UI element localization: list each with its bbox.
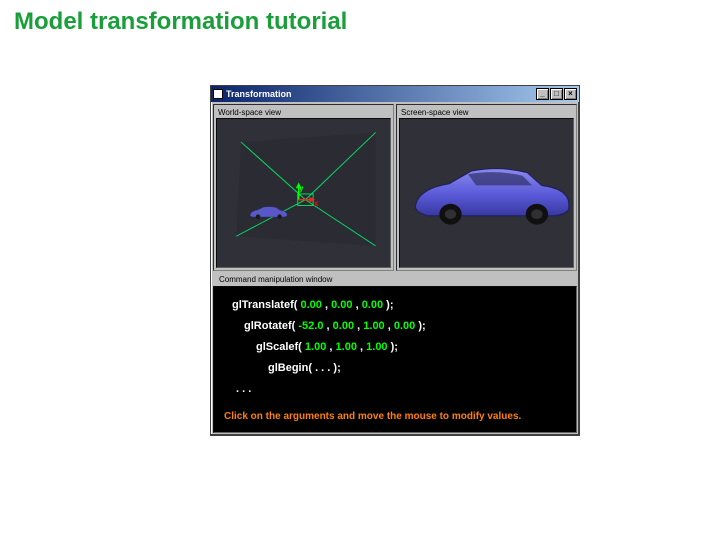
gltranslate-line: glTranslatef( 0.00 , 0.00 , 0.00 ); (224, 295, 566, 316)
begin-args: . . . (315, 362, 333, 374)
command-panel: glTranslatef( 0.00 , 0.00 , 0.00 ); glRo… (213, 286, 577, 433)
world-space-label: World-space view (216, 107, 391, 118)
minimize-button[interactable]: _ (536, 88, 549, 100)
slide-title: Model transformation tutorial (0, 0, 720, 44)
rotate-arg-x[interactable]: 0.00 (333, 320, 354, 332)
frustum-lines-icon (217, 119, 390, 267)
ellipsis-line: . . . (224, 379, 566, 400)
rotate-arg-z[interactable]: 0.00 (394, 320, 415, 332)
command-section-label: Command manipulation window (217, 274, 573, 285)
close-paren: ); (386, 299, 393, 311)
comma: , (357, 320, 360, 332)
comma: , (325, 299, 328, 311)
ellipsis: . . . (236, 383, 251, 395)
glrotate-line: glRotatef( -52.0 , 0.00 , 1.00 , 0.00 ); (224, 316, 566, 337)
world-space-viewport[interactable]: y x (216, 118, 391, 268)
screen-space-viewport[interactable] (399, 118, 574, 268)
close-paren: ); (418, 320, 425, 332)
comma: , (388, 320, 391, 332)
axis-x-label: x (314, 199, 318, 208)
translate-arg-y[interactable]: 0.00 (331, 299, 352, 311)
rotate-arg-angle[interactable]: -52.0 (298, 320, 323, 332)
close-paren: ); (391, 341, 398, 353)
window-title: Transformation (226, 89, 292, 99)
glbegin-line: glBegin( . . . ); (224, 358, 566, 379)
screen-space-panel: Screen-space view (396, 104, 577, 271)
scale-arg-x[interactable]: 1.00 (305, 341, 326, 353)
scale-arg-y[interactable]: 1.00 (336, 341, 357, 353)
translate-arg-z[interactable]: 0.00 (362, 299, 383, 311)
axis-y-label: y (299, 184, 303, 193)
comma: , (356, 299, 359, 311)
close-button[interactable]: × (564, 88, 577, 100)
fn-name: glScalef( (256, 341, 302, 353)
scale-arg-z[interactable]: 1.00 (366, 341, 387, 353)
comma: , (329, 341, 332, 353)
fn-name: glBegin( (268, 362, 312, 374)
screen-space-label: Screen-space view (399, 107, 574, 118)
hint-text: Click on the arguments and move the mous… (224, 407, 566, 426)
rotate-arg-y[interactable]: 1.00 (363, 320, 384, 332)
app-icon (213, 89, 223, 99)
car-render-icon (408, 163, 573, 227)
fn-name: glTranslatef( (232, 299, 297, 311)
fn-name: glRotatef( (244, 320, 295, 332)
titlebar[interactable]: Transformation _ □ × (211, 86, 579, 102)
maximize-button[interactable]: □ (550, 88, 563, 100)
glscale-line: glScalef( 1.00 , 1.00 , 1.00 ); (224, 337, 566, 358)
world-space-panel: World-space view (213, 104, 394, 271)
translate-arg-x[interactable]: 0.00 (300, 299, 321, 311)
comma: , (360, 341, 363, 353)
car-model-icon (245, 205, 291, 219)
close-paren: ); (333, 362, 340, 374)
comma: , (327, 320, 330, 332)
app-window: Transformation _ □ × World-space view (210, 85, 580, 436)
